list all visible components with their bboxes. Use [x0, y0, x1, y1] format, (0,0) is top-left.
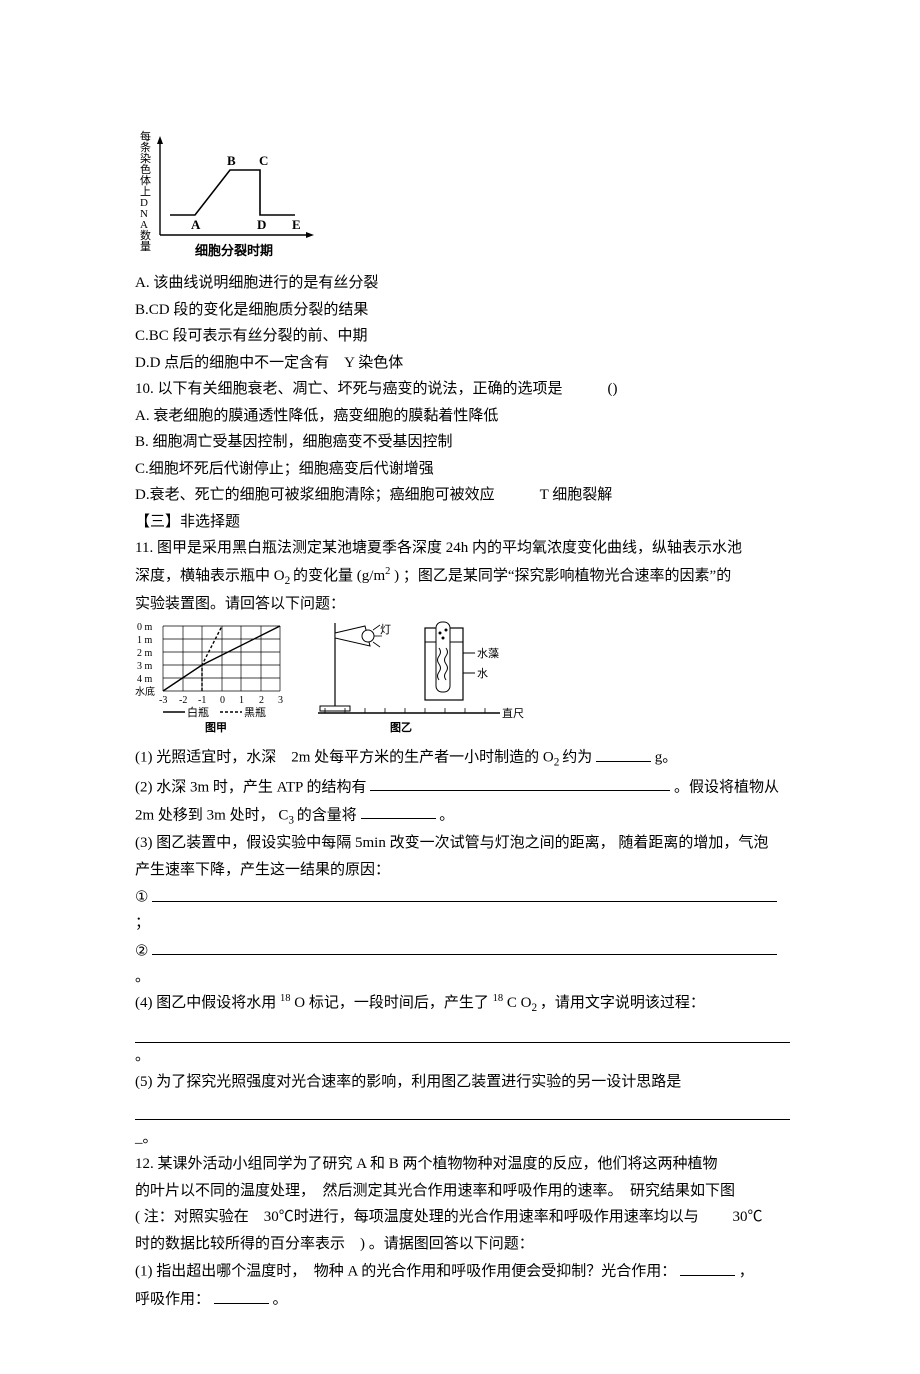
svg-text:水藻: 水藻 [477, 647, 499, 660]
q11-stem-line3: 实验装置图。请回答以下问题： [135, 592, 790, 618]
q9-opt-d: D.D 点后的细胞中不一定含有 Y 染色体 [135, 351, 790, 377]
q9-opt-a: A. 该曲线说明细胞进行的是有丝分裂 [135, 271, 790, 297]
q10-opt-c: C.细胞坏死后代谢停止；细胞癌变后代谢增强 [135, 457, 790, 483]
svg-text:图甲: 图甲 [205, 721, 227, 734]
q11-3-c1: ① ； [135, 884, 790, 937]
q12-1: (1) 指出超出哪个温度时， 物种 A 的光合作用和呼吸作用便会受抑制？光合作用… [135, 1258, 790, 1285]
svg-text:-1: -1 [198, 695, 206, 706]
blank-11-5[interactable] [135, 1098, 790, 1120]
pt-d: D [257, 217, 266, 232]
q11-3-c2: ② 。 [135, 938, 790, 991]
blank-11-4[interactable] [135, 1021, 790, 1043]
pt-b: B [227, 153, 236, 168]
blank-11-2a[interactable] [370, 774, 670, 792]
q12-line3: ( 注：对照实验在 30℃时进行，每项温度处理的光合作用速率和呼吸作用速率均以与… [135, 1205, 790, 1231]
blank-11-1[interactable] [596, 744, 651, 762]
q12-line4: 时的数据比较所得的百分率表示 ) 。请据图回答以下问题： [135, 1232, 790, 1258]
q10-opt-b: B. 细胞凋亡受基因控制，细胞癌变不受基因控制 [135, 430, 790, 456]
svg-text:-3: -3 [159, 695, 167, 706]
svg-text:灯: 灯 [380, 623, 391, 636]
q11-2a: (2) 水深 3m 时，产生 ATP 的结构有 。假设将植物从 [135, 774, 790, 801]
q11-1: (1) 光照适宜时，水深 2m 处每平方米的生产者一小时制造的 O2 约为 g。 [135, 744, 790, 773]
dna-line-chart: 每条染色体上DNA数量 A B C D E 细胞分裂时期 [135, 130, 320, 265]
q10-opt-d: D.衰老、死亡的细胞可被浆细胞清除；癌细胞可被效应 T 细胞裂解 [135, 483, 790, 509]
blank-11-3-2[interactable] [152, 938, 777, 956]
q11-4-period: 。 [135, 1044, 790, 1070]
blank-12-1b[interactable] [214, 1286, 269, 1304]
q10-stem: 10. 以下有关细胞衰老、凋亡、坏死与癌变的说法，正确的选项是 () [135, 377, 790, 403]
y-axis-label: 每条染色体上DNA数量 [140, 130, 151, 253]
svg-text:0 m: 0 m [137, 622, 153, 633]
svg-text:黑瓶: 黑瓶 [244, 705, 266, 719]
svg-text:直尺: 直尺 [502, 706, 524, 720]
q11-5: (5) 为了探究光照强度对光合速率的影响，利用图乙装置进行实验的另一设计思路是 [135, 1070, 790, 1096]
blank-11-2b[interactable] [361, 802, 436, 820]
svg-text:水底: 水底 [135, 685, 155, 698]
dna-graph-figure: 每条染色体上DNA数量 A B C D E 细胞分裂时期 [135, 130, 790, 265]
svg-text:0: 0 [220, 695, 225, 706]
blank-11-3-1[interactable] [152, 884, 777, 902]
svg-text:图乙: 图乙 [390, 721, 412, 734]
x-axis-label: 细胞分裂时期 [195, 243, 273, 258]
q12-line1: 12. 某课外活动小组同学为了研究 A 和 B 两个植物物种对温度的反应，他们将… [135, 1152, 790, 1178]
svg-text:3 m: 3 m [137, 661, 153, 672]
pt-a: A [191, 217, 201, 232]
q11-svg: 0 m 1 m 2 m 3 m 4 m 水底 -3 -2 -1 0 1 2 3 … [135, 618, 535, 738]
svg-text:4 m: 4 m [137, 674, 153, 685]
pt-c: C [259, 153, 268, 168]
q9-opt-c: C.BC 段可表示有丝分裂的前、中期 [135, 324, 790, 350]
q11-5-end: _。 [135, 1126, 790, 1152]
q11-stem2c: ) ；图乙是某同学“探究影响植物光合速率的因素”的 [394, 568, 731, 584]
q11-stem2a: 深度，横轴表示瓶中 O [135, 568, 285, 584]
q11-3a: (3) 图乙装置中，假设实验中每隔 5min 改变一次试管与灯泡之间的距离， 随… [135, 831, 790, 857]
q12-1b: 呼吸作用： 。 [135, 1286, 790, 1313]
section3-header: 【三】非选择题 [135, 510, 790, 536]
pt-e: E [292, 217, 301, 232]
svg-text:白瓶: 白瓶 [187, 705, 209, 719]
q11-stem2b: 的变化量 (g/m [293, 568, 385, 584]
svg-text:-2: -2 [179, 695, 187, 706]
blank-12-1a[interactable] [680, 1258, 735, 1276]
svg-text:2 m: 2 m [137, 648, 153, 659]
q11-stem-line1: 11. 图甲是采用黑白瓶法测定某池塘夏季各深度 24h 内的平均氧浓度变化曲线，… [135, 536, 790, 562]
q11-stem-line2: 深度，横轴表示瓶中 O2 的变化量 (g/m2 ) ；图乙是某同学“探究影响植物… [135, 563, 790, 591]
svg-text:1 m: 1 m [137, 635, 153, 646]
q11-figure: 0 m 1 m 2 m 3 m 4 m 水底 -3 -2 -1 0 1 2 3 … [135, 618, 790, 738]
svg-text:2: 2 [259, 695, 264, 706]
svg-text:3: 3 [278, 695, 283, 706]
q9-opt-b: B.CD 段的变化是细胞质分裂的结果 [135, 298, 790, 324]
q11-2b: 2m 处移到 3m 处时， C3 的含量将 。 [135, 802, 790, 831]
q11-4: (4) 图乙中假设将水用 18 O 标记，一段时间后，产生了 18 C O2 ，… [135, 991, 790, 1018]
q10-opt-a: A. 衰老细胞的膜通透性降低，癌变细胞的膜黏着性降低 [135, 404, 790, 430]
q12-line2: 的叶片以不同的温度处理， 然后测定其光合作用速率和呼吸作用的速率。 研究结果如下… [135, 1179, 790, 1205]
svg-text:水: 水 [477, 667, 488, 680]
q11-3b: 产生速率下降，产生这一结果的原因： [135, 858, 790, 884]
svg-text:1: 1 [239, 695, 244, 706]
